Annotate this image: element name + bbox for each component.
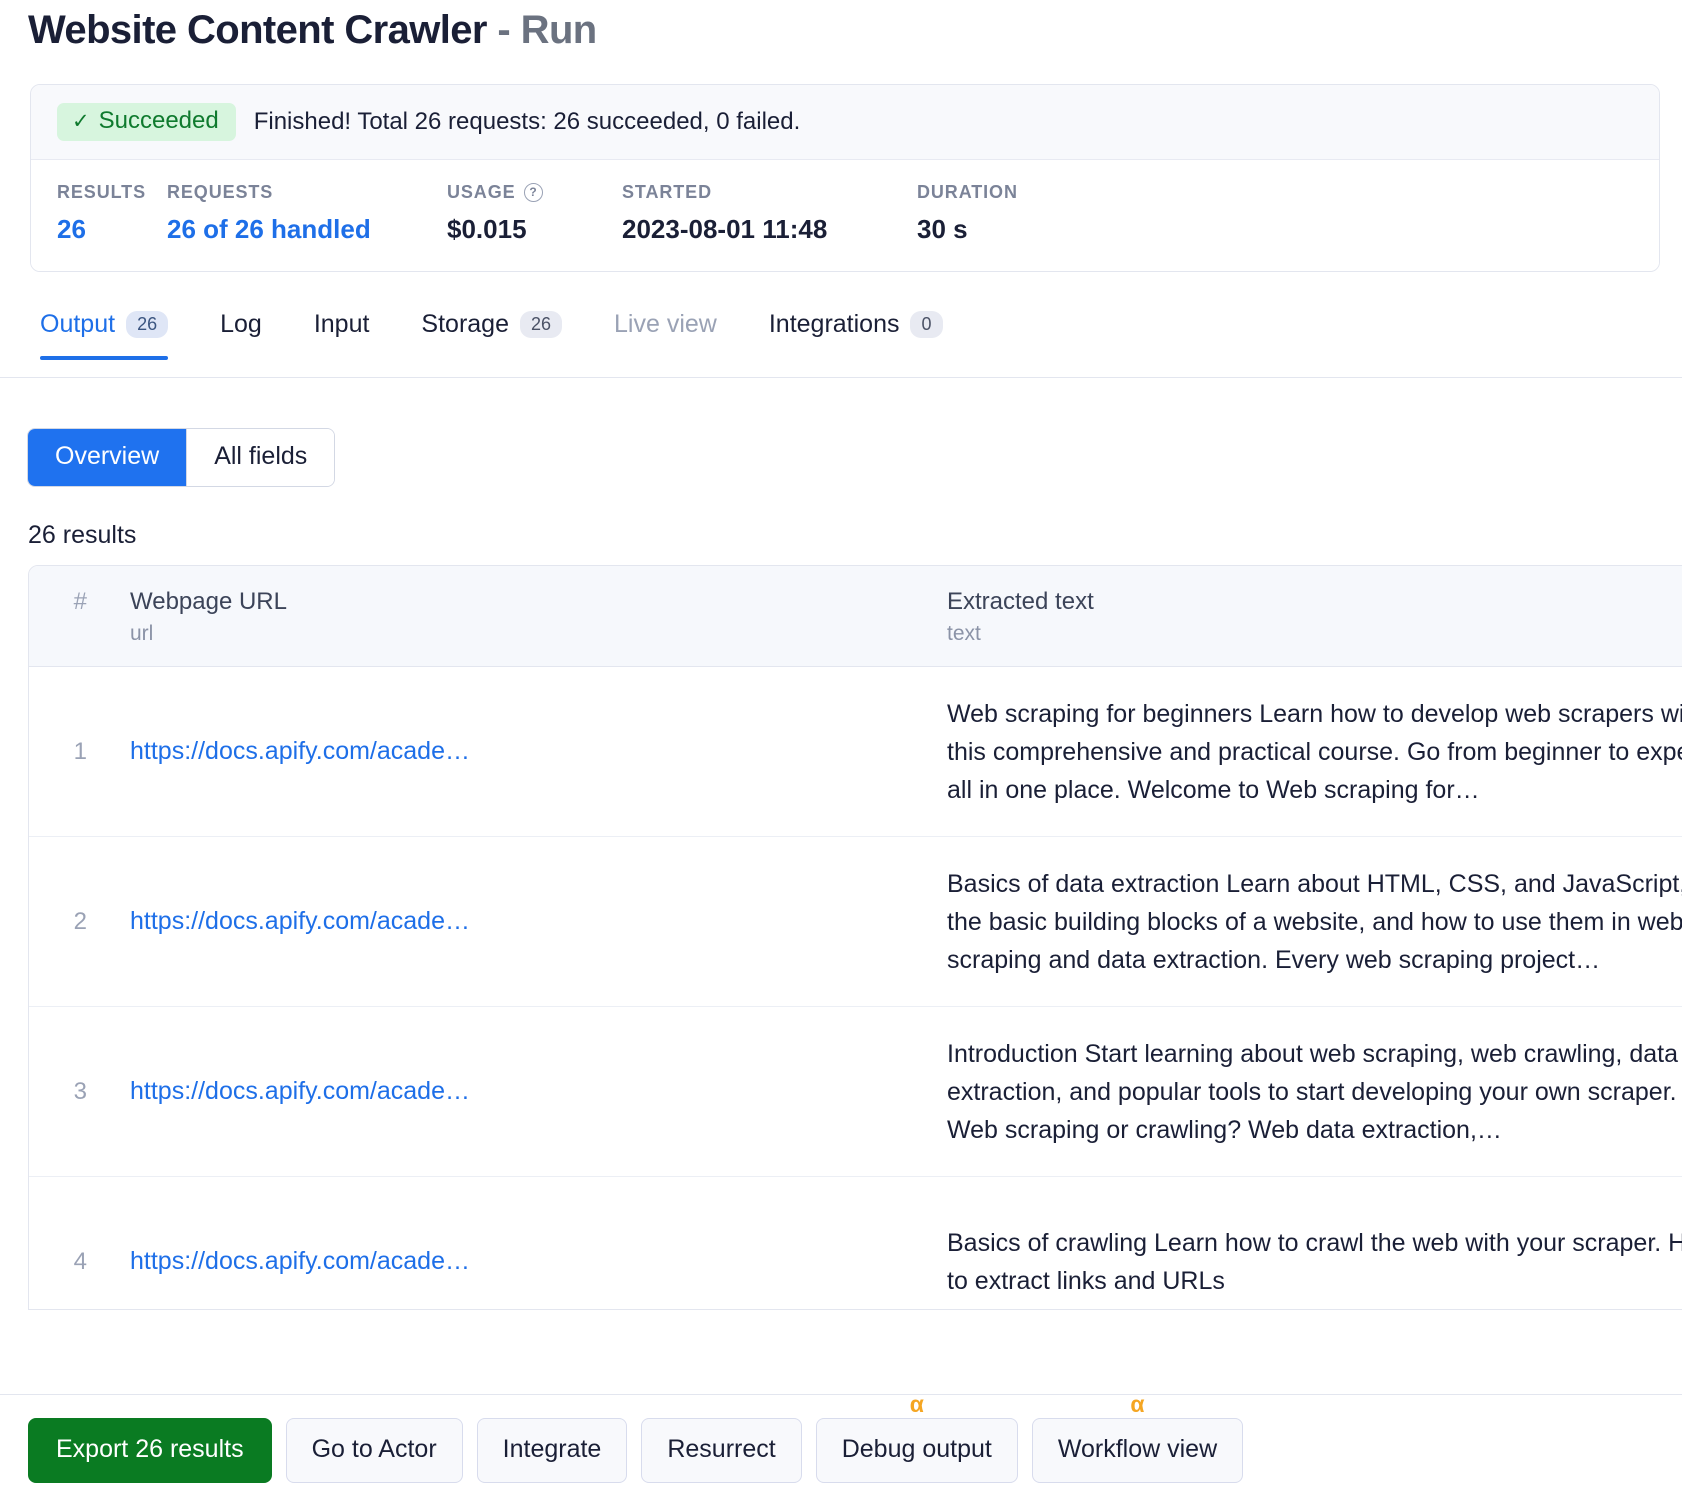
status-badge: ✓ Succeeded <box>57 103 236 142</box>
row-index: 1 <box>73 737 87 765</box>
page-title: Website Content Crawler - Run <box>28 8 597 53</box>
view-toggle-all-fields[interactable]: All fields <box>187 429 335 486</box>
row-extracted-text: Basics of crawling Learn how to crawl th… <box>947 1228 1682 1295</box>
stat-requests-value[interactable]: 26 of 26 handled <box>167 214 447 245</box>
results-table: # Webpage URL url Extracted text text 1 … <box>28 565 1682 1310</box>
stat-requests: REQUESTS 26 of 26 handled <box>167 182 447 245</box>
alpha-badge-icon: α <box>909 1391 924 1418</box>
stat-duration-label: DURATION <box>917 182 1018 203</box>
run-detail-page: Website Content Crawler - Run ✓ Succeede… <box>0 0 1682 1506</box>
debug-output-label: Debug output <box>841 1435 992 1464</box>
integrate-button[interactable]: Integrate <box>476 1418 628 1483</box>
results-count: 26 results <box>28 521 137 549</box>
table-row: 4 https://docs.apify.com/acade… Basics o… <box>29 1177 1682 1309</box>
run-status-card: ✓ Succeeded Finished! Total 26 requests:… <box>30 84 1660 273</box>
column-url-title: Webpage URL <box>130 588 287 615</box>
resurrect-button[interactable]: Resurrect <box>641 1418 802 1483</box>
run-tabs: Output 26 Log Input Storage 26 Live view… <box>0 310 1682 378</box>
row-url-link[interactable]: https://docs.apify.com/acade… <box>101 907 939 936</box>
debug-output-button[interactable]: α Debug output <box>815 1393 1018 1483</box>
tab-storage-label: Storage <box>421 310 509 338</box>
column-text-title: Extracted text <box>947 588 1094 615</box>
tab-integrations-label: Integrations <box>768 310 900 338</box>
row-extracted-text: Basics of data extraction Learn about HT… <box>947 869 1682 974</box>
tab-storage-count: 26 <box>519 310 563 339</box>
tab-log[interactable]: Log <box>194 310 288 359</box>
workflow-view-button[interactable]: α Workflow view <box>1031 1393 1244 1483</box>
tab-input[interactable]: Input <box>288 310 396 359</box>
tab-integrations[interactable]: Integrations 0 <box>743 310 969 359</box>
tab-log-label: Log <box>220 310 262 338</box>
page-title-separator: - <box>497 8 511 52</box>
row-url-link[interactable]: https://docs.apify.com/acade… <box>101 1077 939 1106</box>
status-badge-label: Succeeded <box>98 107 219 134</box>
row-index: 3 <box>73 1077 87 1105</box>
stat-results: RESULTS 26 <box>57 182 167 245</box>
run-stats: RESULTS 26 REQUESTS 26 of 26 handled USA… <box>31 160 1659 272</box>
row-url-link[interactable]: https://docs.apify.com/acade… <box>101 1247 939 1276</box>
page-title-main: Website Content Crawler <box>28 8 487 52</box>
stat-usage-label-text: USAGE <box>447 182 516 203</box>
tab-live-view[interactable]: Live view <box>588 310 743 359</box>
stat-results-label: RESULTS <box>57 182 146 203</box>
row-index: 2 <box>73 907 87 935</box>
tab-input-label: Input <box>313 310 370 338</box>
stat-usage-label: USAGE ? <box>447 182 622 203</box>
row-extracted-text: Web scraping for beginners Learn how to … <box>947 699 1682 804</box>
stat-duration-value: 30 s <box>917 214 968 245</box>
row-url-link[interactable]: https://docs.apify.com/acade… <box>101 737 939 766</box>
column-index: # <box>29 588 101 646</box>
stat-started-label: STARTED <box>622 182 712 203</box>
stat-duration: DURATION 30 s <box>917 182 1117 245</box>
row-extracted-text: Introduction Start learning about web sc… <box>947 1039 1678 1144</box>
export-results-button[interactable]: Export 26 results <box>28 1418 272 1483</box>
column-url-field: url <box>130 622 154 645</box>
view-toggle: Overview All fields <box>27 428 336 487</box>
workflow-view-label: Workflow view <box>1057 1435 1218 1464</box>
tab-live-view-label: Live view <box>614 310 717 338</box>
stat-results-value[interactable]: 26 <box>57 214 167 245</box>
tab-active-underline <box>40 356 169 360</box>
row-index: 4 <box>73 1247 87 1275</box>
check-icon: ✓ <box>72 109 90 133</box>
view-toggle-overview[interactable]: Overview <box>28 429 187 486</box>
stat-started-value: 2023-08-01 11:48 <box>622 214 828 245</box>
alpha-badge-icon: α <box>1130 1391 1145 1418</box>
column-url: Webpage URL url <box>101 588 939 646</box>
stat-requests-label: REQUESTS <box>167 182 274 203</box>
status-message: Finished! Total 26 requests: 26 succeede… <box>253 108 801 136</box>
tab-storage[interactable]: Storage 26 <box>395 310 588 359</box>
stat-started: STARTED 2023-08-01 11:48 <box>622 182 917 245</box>
action-bar: Export 26 results Go to Actor Integrate … <box>0 1393 1682 1506</box>
stat-usage-value: $0.015 <box>447 214 527 245</box>
tab-output-count: 26 <box>126 310 169 339</box>
help-icon[interactable]: ? <box>523 183 543 203</box>
tab-output-label: Output <box>40 310 116 338</box>
table-header-row: # Webpage URL url Extracted text text <box>29 566 1682 667</box>
column-text-field: text <box>947 622 981 645</box>
column-index-title: # <box>73 588 87 615</box>
tab-integrations-count: 0 <box>910 310 943 339</box>
go-to-actor-button[interactable]: Go to Actor <box>285 1418 463 1483</box>
tab-output[interactable]: Output 26 <box>30 310 194 360</box>
stat-usage: USAGE ? $0.015 <box>447 182 622 245</box>
run-status-banner: ✓ Succeeded Finished! Total 26 requests:… <box>31 85 1659 161</box>
page-title-sub: Run <box>520 8 598 52</box>
column-text: Extracted text text <box>939 588 1682 646</box>
table-row: 1 https://docs.apify.com/acade… Web scra… <box>29 667 1682 837</box>
table-row: 3 https://docs.apify.com/acade… Introduc… <box>29 1007 1682 1177</box>
table-row: 2 https://docs.apify.com/acade… Basics o… <box>29 837 1682 1007</box>
